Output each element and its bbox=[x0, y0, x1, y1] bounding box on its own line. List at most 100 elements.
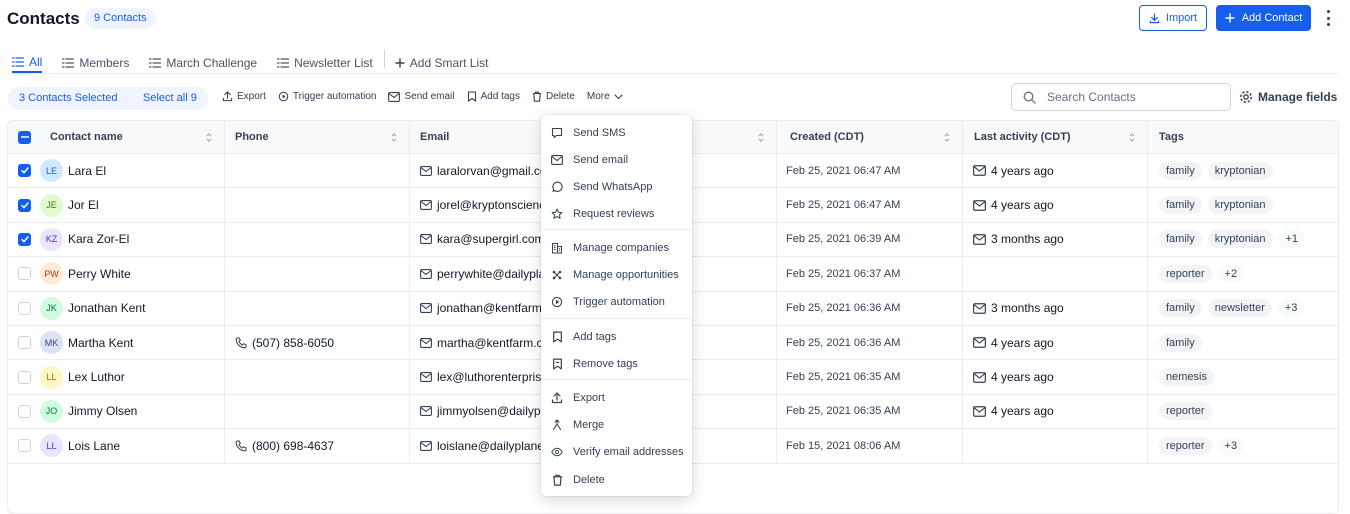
row-checkbox[interactable] bbox=[18, 267, 31, 281]
contact-name-cell[interactable]: LE Lara El bbox=[40, 154, 224, 187]
sort-icon bbox=[206, 133, 212, 142]
menu-item-trigger-automation[interactable]: Trigger automation bbox=[541, 288, 692, 315]
tab-march-challenge[interactable]: March Challenge bbox=[149, 46, 257, 73]
mail-icon bbox=[420, 165, 432, 176]
menu-item-merge[interactable]: Merge bbox=[541, 411, 692, 438]
tag-icon bbox=[467, 91, 477, 102]
add-smart-list-button[interactable]: Add Smart List bbox=[395, 46, 488, 73]
contact-name-cell[interactable]: LL Lois Lane bbox=[40, 429, 224, 462]
row-checkbox[interactable] bbox=[18, 336, 31, 350]
search-input[interactable] bbox=[1047, 90, 1207, 104]
row-checkbox[interactable] bbox=[18, 198, 31, 212]
contact-name: Lois Lane bbox=[68, 438, 121, 453]
select-all-link[interactable]: Select all 9 bbox=[143, 92, 197, 104]
created-date: Feb 25, 2021 06:36 AM bbox=[786, 336, 901, 349]
search-box bbox=[1011, 83, 1231, 111]
tag-chip: reporter bbox=[1159, 402, 1212, 421]
avatar: MK bbox=[40, 331, 63, 355]
row-checkbox[interactable] bbox=[18, 404, 31, 418]
selected-count-text: 3 Contacts Selected bbox=[19, 92, 118, 104]
contact-name-cell[interactable]: LL Lex Luthor bbox=[40, 360, 224, 393]
contact-name-cell[interactable]: KZ Kara Zor-El bbox=[40, 223, 224, 256]
more-options-icon[interactable] bbox=[1322, 8, 1334, 28]
menu-item-verify-email-addresses[interactable]: Verify email addresses bbox=[541, 438, 692, 465]
trigger-automation-action[interactable]: Trigger automation bbox=[278, 91, 376, 102]
avatar: LL bbox=[40, 365, 63, 389]
export-label: Export bbox=[237, 91, 266, 102]
tab-newsletter-list[interactable]: Newsletter List bbox=[277, 46, 373, 73]
chevron-down-icon bbox=[614, 93, 623, 100]
column-last-activity[interactable]: Last activity (CDT) bbox=[962, 121, 1147, 153]
menu-item-add-tags[interactable]: Add tags bbox=[541, 323, 692, 350]
row-checkbox[interactable] bbox=[18, 232, 31, 246]
contact-name-cell[interactable]: JO Jimmy Olsen bbox=[40, 395, 224, 428]
column-created[interactable]: Created (CDT) bbox=[776, 121, 962, 153]
last-activity-cell: 3 months ago bbox=[962, 291, 1147, 325]
created-cell: Feb 25, 2021 06:39 AM bbox=[776, 222, 962, 257]
add-contact-label: Add Contact bbox=[1241, 12, 1303, 24]
more-tags-count: +3 bbox=[1217, 436, 1245, 455]
tab-divider bbox=[383, 50, 385, 68]
column-tags[interactable]: Tags bbox=[1147, 121, 1338, 153]
tag-chip: newsletter bbox=[1207, 299, 1272, 318]
row-checkbox[interactable] bbox=[18, 439, 31, 453]
phone-cell bbox=[224, 257, 409, 291]
tags-cell: nemesis bbox=[1147, 360, 1338, 394]
column-label: Tags bbox=[1159, 131, 1184, 143]
created-date: Feb 25, 2021 06:47 AM bbox=[786, 164, 901, 177]
menu-divider bbox=[541, 318, 692, 319]
last-activity-cell: 4 years ago bbox=[962, 394, 1147, 429]
column-contact-name[interactable]: Contact name bbox=[50, 121, 224, 153]
menu-item-send-email[interactable]: Send email bbox=[541, 146, 692, 173]
manage-fields-button[interactable]: Manage fields bbox=[1239, 90, 1337, 104]
created-date: Feb 25, 2021 06:35 AM bbox=[786, 371, 901, 384]
menu-item-request-reviews[interactable]: Request reviews bbox=[541, 200, 692, 227]
tags-cell: family kryptonian bbox=[1147, 188, 1338, 222]
menu-item-export[interactable]: Export bbox=[541, 384, 692, 411]
avatar: KZ bbox=[40, 227, 63, 251]
tag-chip: kryptonian bbox=[1207, 230, 1273, 249]
tags-cell: family bbox=[1147, 326, 1338, 360]
page-title: Contacts bbox=[7, 9, 80, 28]
menu-item-manage-companies[interactable]: Manage companies bbox=[541, 234, 692, 261]
tab-all[interactable]: All bbox=[12, 46, 43, 73]
add-contact-button[interactable]: Add Contact bbox=[1216, 5, 1311, 31]
contact-name-cell[interactable]: JE Jor El bbox=[40, 188, 224, 221]
contact-name-cell[interactable]: MK Martha Kent bbox=[40, 326, 224, 359]
send-email-action[interactable]: Send email bbox=[388, 91, 455, 102]
sort-icon bbox=[391, 133, 397, 142]
mail-icon bbox=[420, 268, 432, 279]
contact-name-cell[interactable]: JK Jonathan Kent bbox=[40, 292, 224, 325]
row-checkbox[interactable] bbox=[18, 301, 31, 315]
list-icon bbox=[12, 56, 24, 67]
add-tags-action[interactable]: Add tags bbox=[467, 91, 520, 102]
row-checkbox[interactable] bbox=[18, 164, 31, 178]
import-button[interactable]: Import bbox=[1139, 5, 1207, 31]
contacts-count-badge: 9 Contacts bbox=[85, 8, 156, 29]
row-checkbox[interactable] bbox=[18, 370, 31, 384]
select-all-checkbox[interactable] bbox=[18, 130, 31, 144]
menu-item-delete[interactable]: Delete bbox=[541, 466, 692, 493]
tag-chip: kryptonian bbox=[1207, 161, 1273, 180]
email-address: jorel@kryptonscienc bbox=[437, 198, 546, 213]
last-activity: 3 months ago bbox=[991, 301, 1064, 316]
contact-name-cell[interactable]: PW Perry White bbox=[40, 257, 224, 290]
contact-name: Jonathan Kent bbox=[68, 301, 146, 316]
last-activity: 4 years ago bbox=[991, 335, 1054, 350]
plus-icon bbox=[1225, 13, 1235, 23]
whatsapp-icon bbox=[551, 181, 563, 193]
contact-name: Martha Kent bbox=[68, 335, 134, 350]
contact-name: Kara Zor-El bbox=[68, 232, 130, 247]
more-actions-menu: Send SMS Send email Send WhatsApp Request r… bbox=[541, 115, 692, 496]
column-phone[interactable]: Phone bbox=[224, 121, 409, 153]
tab-members[interactable]: Members bbox=[62, 46, 129, 73]
menu-item-manage-opportunities[interactable]: Manage opportunities bbox=[541, 261, 692, 288]
menu-item-remove-tags[interactable]: Remove tags bbox=[541, 350, 692, 377]
menu-item-send-sms[interactable]: Send SMS bbox=[541, 119, 692, 146]
more-actions-dropdown[interactable]: More bbox=[587, 91, 623, 102]
created-cell: Feb 25, 2021 06:37 AM bbox=[776, 257, 962, 291]
manage-fields-label: Manage fields bbox=[1258, 90, 1338, 104]
export-action[interactable]: Export bbox=[222, 91, 266, 102]
menu-item-send-whatsapp[interactable]: Send WhatsApp bbox=[541, 173, 692, 200]
delete-action[interactable]: Delete bbox=[532, 91, 575, 102]
